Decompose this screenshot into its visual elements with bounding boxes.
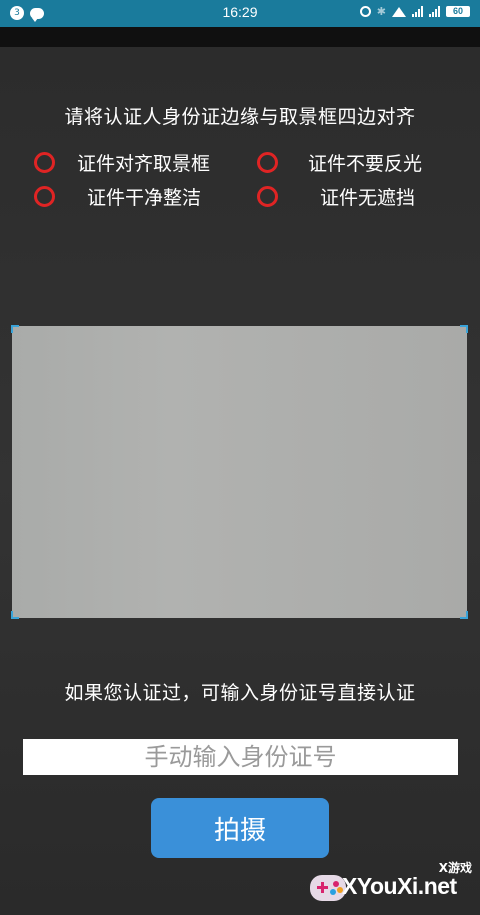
- top-band: [0, 27, 480, 47]
- manual-entry-hint: 如果您认证过，可输入身份证号直接认证: [64, 682, 416, 704]
- wifi-icon: [392, 6, 406, 17]
- tip-label: 证件无遮挡: [320, 187, 416, 209]
- tip-item: 证件不要反光: [257, 149, 422, 176]
- tip-label: 证件干净整洁: [87, 187, 202, 209]
- instruction-text: 请将认证人身份证边缘与取景框四边对齐: [64, 106, 416, 128]
- status-indicators: ✱ 60: [359, 5, 470, 18]
- viewfinder-corner: [11, 325, 19, 333]
- viewfinder-corner: [11, 611, 19, 619]
- site-watermark: X游戏 XYouXi.net: [300, 855, 480, 915]
- viewfinder-corner: [460, 611, 468, 619]
- bluetooth-icon: ✱: [376, 6, 386, 18]
- id-number-input[interactable]: [23, 739, 458, 775]
- tip-label: 证件不要反光: [308, 153, 423, 175]
- viewfinder-corner: [460, 325, 468, 333]
- tip-label: 证件对齐取景框: [77, 153, 211, 175]
- tip-item: 证件对齐取景框: [34, 149, 210, 176]
- watermark-text: XYouXi.net: [342, 873, 457, 899]
- tip-item: 证件无遮挡: [257, 183, 415, 210]
- red-circle-icon: [257, 152, 278, 173]
- tip-item: 证件干净整洁: [34, 183, 201, 210]
- alarm-icon: [359, 6, 371, 17]
- battery-icon: 60: [446, 6, 470, 17]
- signal-icon-1: [412, 6, 423, 17]
- red-circle-icon: [34, 152, 55, 173]
- red-circle-icon: [257, 186, 278, 207]
- id-card-viewfinder: [11, 325, 468, 619]
- capture-button[interactable]: 拍摄: [151, 798, 329, 858]
- signal-icon-2: [429, 6, 440, 17]
- red-circle-icon: [34, 186, 55, 207]
- status-bar: 3 16:29 ✱ 60: [0, 0, 480, 27]
